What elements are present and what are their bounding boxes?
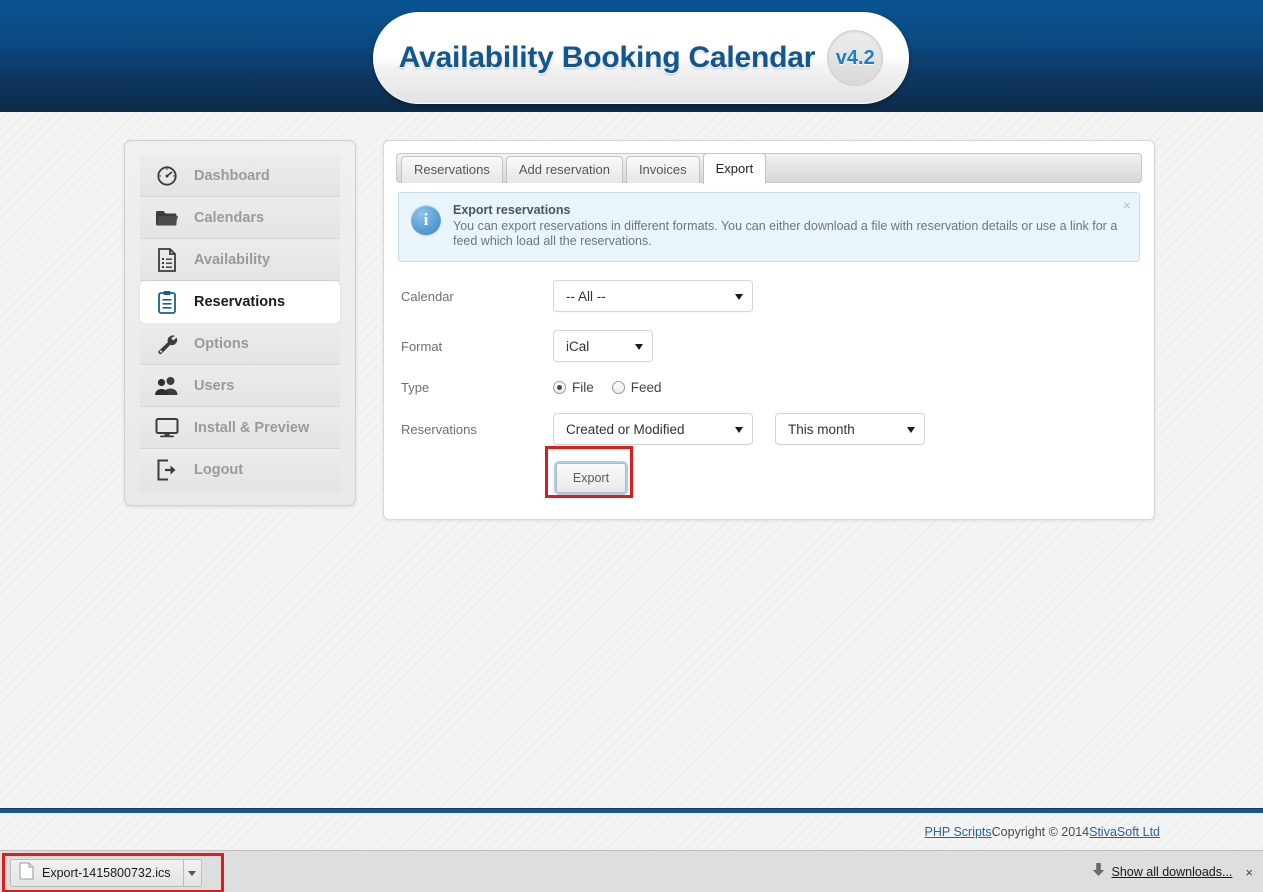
file-icon [19,862,34,885]
users-icon [150,371,184,401]
form-row-calendar: Calendar -- All -- [398,280,1140,312]
tab-invoices[interactable]: Invoices [625,156,700,183]
download-item-button[interactable]: Export-1415800732.ics [10,859,183,887]
format-select[interactable]: iCal [553,330,653,362]
monitor-icon [150,413,184,443]
page-body: Dashboard Calendars Availability Reserva… [0,112,1263,808]
footer-copyright: Copyright © 2014 [991,824,1090,839]
app-title: Availability Booking Calendar [398,41,816,74]
wrench-icon [150,329,184,359]
export-button-area: Export [545,446,1140,498]
sidebar-item-label: Calendars [194,209,265,226]
info-icon: i [411,205,441,235]
sidebar-item-logout[interactable]: Logout [140,449,340,491]
radio-file[interactable] [553,381,566,394]
type-label: Type [401,380,430,395]
tab-bar: Reservations Add reservation Invoices Ex… [396,153,1142,184]
radio-file-label[interactable]: File [572,380,594,395]
logout-icon [150,455,184,485]
document-list-icon [150,245,184,275]
radio-feed[interactable] [611,381,625,394]
calendar-label: Calendar [401,288,454,304]
period-select[interactable]: This month [775,413,925,445]
reservations-label: Reservations [401,421,477,437]
sidebar-item-options[interactable]: Options [140,323,340,365]
close-icon[interactable]: × [1245,865,1253,880]
format-label: Format [401,338,443,354]
sidebar-item-reservations[interactable]: Reservations [140,281,340,323]
download-bar-actions: Show all downloads... × [1092,851,1253,892]
sidebar: Dashboard Calendars Availability Reserva… [124,140,356,506]
sidebar-item-label: Install & Preview [194,419,310,436]
info-text: You can export reservations in different… [453,219,1118,248]
radio-feed-label[interactable]: Feed [631,380,662,395]
gauge-icon [150,161,184,191]
sidebar-item-label: Reservations [194,293,286,310]
download-item[interactable]: Export-1415800732.ics [10,859,202,887]
main-panel: Reservations Add reservation Invoices Ex… [383,140,1155,520]
sidebar-item-label: Logout [194,462,244,478]
info-banner: i Export reservations You can export res… [398,192,1140,262]
export-button[interactable]: Export [556,463,626,493]
sidebar-item-label: Users [194,377,235,394]
tab-add-reservation[interactable]: Add reservation [505,156,623,183]
folder-icon [150,203,184,233]
info-title: Export reservations [453,203,571,217]
form-row-type: Type File Feed [398,380,1140,395]
tab-reservations[interactable]: Reservations [401,156,503,183]
form-row-format: Format iCal [398,330,1140,362]
sidebar-item-dashboard[interactable]: Dashboard [140,155,340,197]
type-radio-group: File Feed [553,380,674,395]
sidebar-item-calendars[interactable]: Calendars [140,197,340,239]
chevron-down-icon[interactable] [182,859,202,887]
close-icon[interactable]: × [1123,198,1131,212]
calendar-select[interactable]: -- All -- [553,280,753,312]
sidebar-item-availability[interactable]: Availability [140,239,340,281]
form-row-reservations: Reservations Created or Modified This mo… [398,413,1140,445]
download-bar: Export-1415800732.ics Show all downloads… [0,850,1263,892]
clipboard-icon [150,287,184,317]
footer-link-php-scripts[interactable]: PHP Scripts [925,825,992,839]
version-badge: v4.2 [827,30,884,86]
sidebar-item-label: Dashboard [194,167,270,184]
footer: PHP Scripts Copyright © 2014 StivaSoft L… [0,813,1263,850]
download-arrow-icon [1092,862,1105,882]
export-form: Calendar -- All -- Format iCal Type File [384,280,1154,498]
tab-export[interactable]: Export [702,153,767,184]
app-logo: Availability Booking Calendar v4.2 [373,12,909,104]
download-filename: Export-1415800732.ics [42,866,171,880]
reservations-filter-select[interactable]: Created or Modified [553,413,753,445]
app-header: Availability Booking Calendar v4.2 [0,0,1263,112]
sidebar-item-label: Options [194,335,249,352]
sidebar-item-install-preview[interactable]: Install & Preview [140,407,340,449]
footer-link-stivasoft[interactable]: StivaSoft Ltd [1089,825,1160,839]
show-all-downloads-link[interactable]: Show all downloads... [1112,865,1233,879]
sidebar-item-users[interactable]: Users [140,365,340,407]
sidebar-item-label: Availability [194,251,271,268]
